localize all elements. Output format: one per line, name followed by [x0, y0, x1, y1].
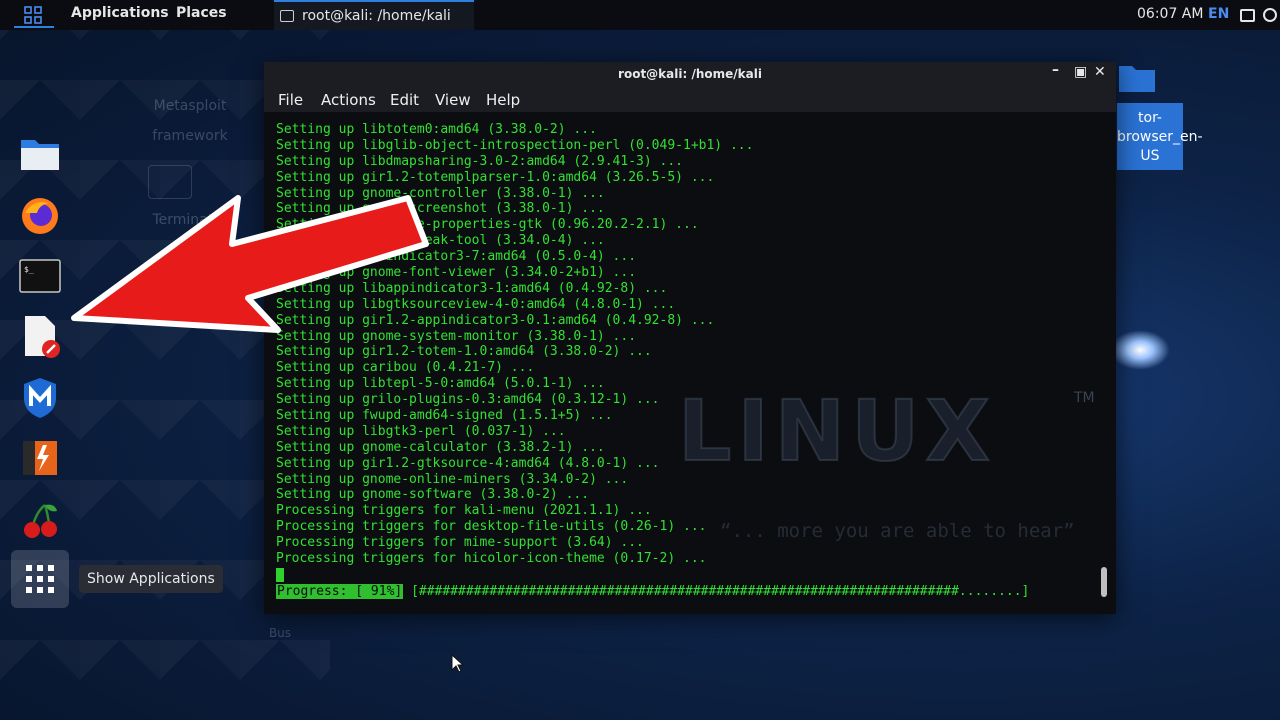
terminal-line: Setting up libtepl-5-0:amd64 (5.0.1-1) .… [276, 376, 605, 392]
dock-burp[interactable] [16, 434, 64, 482]
terminal-titlebar[interactable]: root@kali: /home/kali – ▣ ✕ [264, 62, 1116, 86]
svg-text:$_: $_ [24, 265, 34, 274]
terminal-line: Setting up gir1.2-gtksource-4:amd64 (4.8… [276, 455, 660, 471]
activities-indicator [14, 26, 54, 28]
keyboard-layout-indicator[interactable]: EN [1208, 6, 1229, 22]
terminal-line: Processing triggers for desktop-file-uti… [276, 519, 707, 535]
menu-file[interactable]: File [278, 91, 303, 109]
dock-firefox[interactable] [16, 192, 64, 240]
desktop-item-label: Metasploit [153, 98, 227, 114]
menu-actions[interactable]: Actions [321, 91, 376, 109]
progress-row: Progress: [ 91%] [######################… [276, 584, 1029, 599]
terminal-line: Setting up gnome-online-miners (3.34.0-2… [276, 471, 629, 487]
activities-button[interactable] [13, 3, 53, 27]
dock-files[interactable] [16, 130, 64, 178]
tor-label-line: browser_en- [1117, 129, 1203, 145]
desktop-light-glow [1110, 330, 1170, 370]
terminal-line: Processing triggers for mime-support (3.… [276, 535, 644, 551]
terminal-scrollbar[interactable] [1101, 567, 1107, 597]
firefox-icon [22, 198, 58, 234]
terminal-line: Setting up gnome-software (3.38.0-2) ... [276, 487, 590, 503]
dock-malwarebytes[interactable] [16, 374, 64, 422]
progress-bar: [#######################################… [411, 584, 1030, 599]
terminal-line: Setting up grilo-plugins-0.3:amd64 (0.3.… [276, 392, 660, 408]
text-editor-icon [25, 316, 60, 358]
desktop-item-label: framework [152, 128, 228, 144]
dock-cherrytree[interactable] [16, 496, 64, 544]
minimize-icon[interactable]: – [1052, 62, 1059, 78]
display-icon[interactable] [1240, 9, 1255, 22]
desktop-item-tor-browser[interactable]: tor- browser_en- US [1117, 103, 1203, 170]
menu-help[interactable]: Help [486, 91, 520, 109]
power-icon[interactable] [1263, 8, 1277, 22]
tor-label-line: tor- [1138, 110, 1162, 126]
terminal-line: Setting up fwupd-amd64-signed (1.5.1+5) … [276, 408, 613, 424]
dock-terminal[interactable]: $_ [16, 252, 64, 300]
folder-icon[interactable] [1117, 62, 1157, 94]
terminal-line: Setting up libdmapsharing-3.0-2:amd64 (2… [276, 153, 683, 169]
desktop-item-label: Bus [268, 626, 292, 640]
burp-icon [23, 441, 57, 475]
terminal-line: Setting up caribou (0.4.21-7) ... [276, 360, 535, 376]
places-menu[interactable]: Places [176, 5, 227, 21]
dock-text-editor[interactable] [16, 312, 64, 360]
terminal-line: Processing triggers for hicolor-icon-the… [276, 551, 707, 567]
terminal-line: Setting up gnome-calculator (3.38.2-1) .… [276, 439, 605, 455]
terminal-title: root@kali: /home/kali [618, 67, 762, 81]
menu-view[interactable]: View [435, 91, 471, 109]
window-icon [280, 10, 294, 22]
terminal-line: Setting up libtotem0:amd64 (3.38.0-2) ..… [276, 122, 597, 137]
taskbar-terminal-button[interactable]: root@kali: /home/kali [274, 0, 474, 30]
files-icon [21, 140, 59, 170]
show-applications-tooltip: Show Applications [79, 565, 223, 593]
terminal-line: Processing triggers for kali-menu (2021.… [276, 503, 652, 519]
terminal-icon: $_ [19, 259, 61, 293]
red-arrow-annotation [71, 195, 429, 333]
close-icon[interactable]: ✕ [1094, 64, 1106, 80]
malwarebytes-icon [24, 378, 56, 418]
top-panel: Applications Places root@kali: /home/kal… [0, 0, 1280, 30]
cherrytree-icon [24, 504, 57, 538]
mouse-pointer-icon [451, 654, 465, 673]
terminal-menubar: File Actions Edit View Help [264, 86, 1116, 112]
clock[interactable]: 06:07 AM [1137, 6, 1203, 22]
terminal-line: Setting up libglib-object-introspection-… [276, 137, 754, 153]
taskbar-terminal-label: root@kali: /home/kali [302, 8, 451, 24]
tor-label-line: US [1140, 148, 1160, 164]
progress-label: Progress: [ 91%] [276, 584, 404, 599]
apps-grid-icon [24, 6, 42, 24]
show-applications-button[interactable] [11, 550, 69, 608]
maximize-icon[interactable]: ▣ [1074, 64, 1087, 80]
terminal-line: Setting up libgtk3-perl (0.037-1) ... [276, 423, 566, 439]
applications-menu[interactable]: Applications [71, 5, 169, 21]
menu-edit[interactable]: Edit [390, 91, 419, 109]
app-grid-icon [26, 565, 54, 593]
terminal-cursor [276, 567, 284, 582]
